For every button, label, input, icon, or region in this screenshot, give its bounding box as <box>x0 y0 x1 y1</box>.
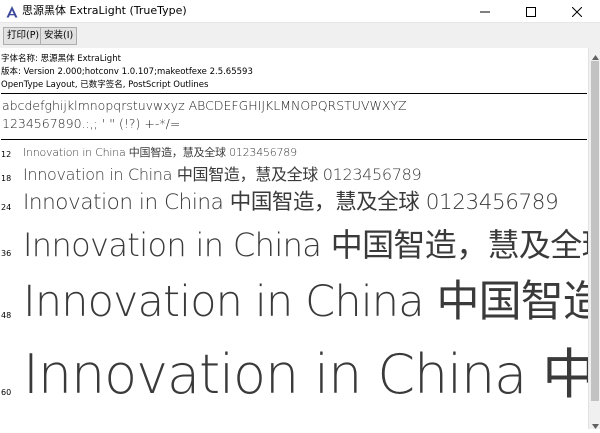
charset-digits: 1234567890.:,; ' " (!?) +-*/= <box>2 116 181 131</box>
maximize-icon <box>526 2 536 21</box>
charset-letters: abcdefghijklmnopqrstuvwxyz ABCDEFGHIJKLM… <box>2 98 407 113</box>
size-label-18: 18 <box>1 174 12 183</box>
font-name-line: 字体名称: 思源黑体 ExtraLight <box>1 54 121 64</box>
close-button[interactable] <box>554 0 600 22</box>
scroll-thumb[interactable] <box>591 61 599 401</box>
font-version-line: 版本: Version 2.000;hotconv 1.0.107;makeot… <box>1 67 253 77</box>
size-label-36: 36 <box>1 249 12 258</box>
size-label-12: 12 <box>1 150 12 159</box>
sample-text-24: Innovation in China 中国智造，慧及全球 0123456789 <box>23 190 559 215</box>
sample-text-18: Innovation in China 中国智造，慧及全球 0123456789 <box>23 165 422 184</box>
minimize-icon <box>480 2 490 21</box>
size-label-24: 24 <box>1 203 12 212</box>
scroll-down-button[interactable] <box>589 417 600 429</box>
info-divider <box>1 93 587 94</box>
maximize-button[interactable] <box>508 0 554 22</box>
title-bar: 思源黑体 ExtraLight (TrueType) <box>0 0 600 23</box>
font-preview-pane: 字体名称: 思源黑体 ExtraLight 版本: Version 2.000;… <box>0 48 588 429</box>
window-title: 思源黑体 ExtraLight (TrueType) <box>22 4 187 17</box>
print-button[interactable]: 打印(P) <box>3 27 44 45</box>
sample-text-12: Innovation in China 中国智造，慧及全球 0123456789 <box>23 146 297 159</box>
size-label-60: 60 <box>1 388 12 397</box>
minimize-button[interactable] <box>462 0 508 22</box>
sample-text-48: Innovation in China 中国智造，慧及全球 0123456789 <box>23 277 588 327</box>
close-icon <box>571 2 583 21</box>
charset-divider <box>1 139 587 140</box>
chevron-down-icon <box>591 414 599 433</box>
install-button[interactable]: 安装(I) <box>40 27 78 45</box>
sample-text-36: Innovation in China 中国智造，慧及全球 0123456789 <box>23 226 588 264</box>
scroll-up-button[interactable] <box>589 48 600 60</box>
font-features-line: OpenType Layout, 已数字签名, PostScript Outli… <box>1 80 209 90</box>
size-label-48: 48 <box>1 311 12 320</box>
vertical-scrollbar[interactable] <box>588 48 600 429</box>
font-app-icon <box>5 4 19 18</box>
toolbar: 打印(P) 安装(I) <box>0 23 600 49</box>
sample-text-60: Innovation in China 中国智造，慧及全球 0123456789 <box>23 343 588 406</box>
